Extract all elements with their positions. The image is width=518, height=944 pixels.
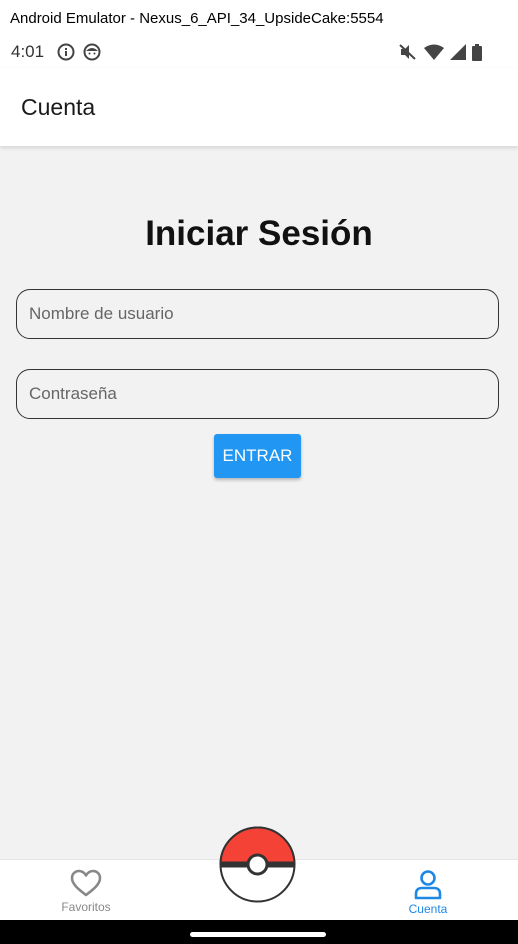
mute-icon xyxy=(399,44,416,60)
nav-label-cuenta: Cuenta xyxy=(408,902,448,916)
username-input[interactable] xyxy=(16,289,499,339)
info-icon xyxy=(57,43,75,61)
face-icon xyxy=(83,43,101,61)
nav-item-favoritos[interactable]: Favoritos xyxy=(26,860,146,921)
wifi-icon xyxy=(424,44,444,60)
app-bar: Cuenta xyxy=(0,68,518,146)
user-icon xyxy=(414,870,442,900)
status-bar: 4:01 xyxy=(0,36,518,68)
app-bar-title: Cuenta xyxy=(21,94,96,120)
heart-icon xyxy=(70,869,102,897)
enter-button[interactable]: ENTRAR xyxy=(214,434,301,478)
home-gesture-handle[interactable] xyxy=(190,932,326,937)
signal-icon xyxy=(450,44,466,60)
status-right-icons xyxy=(398,43,482,61)
status-time: 4:01 xyxy=(11,42,45,61)
login-screen: Iniciar Sesión ENTRAR xyxy=(0,146,518,859)
nav-item-cuenta[interactable]: Cuenta xyxy=(368,860,488,921)
page-title: Iniciar Sesión xyxy=(145,214,373,253)
battery-icon xyxy=(472,43,482,61)
nav-label-favoritos: Favoritos xyxy=(61,900,111,914)
emulator-window-title: Android Emulator - Nexus_6_API_34_Upside… xyxy=(0,0,518,36)
password-input[interactable] xyxy=(16,369,499,419)
status-left-icons xyxy=(57,43,101,61)
system-navigation-bar xyxy=(0,920,518,944)
pokeball-icon[interactable] xyxy=(219,826,296,903)
